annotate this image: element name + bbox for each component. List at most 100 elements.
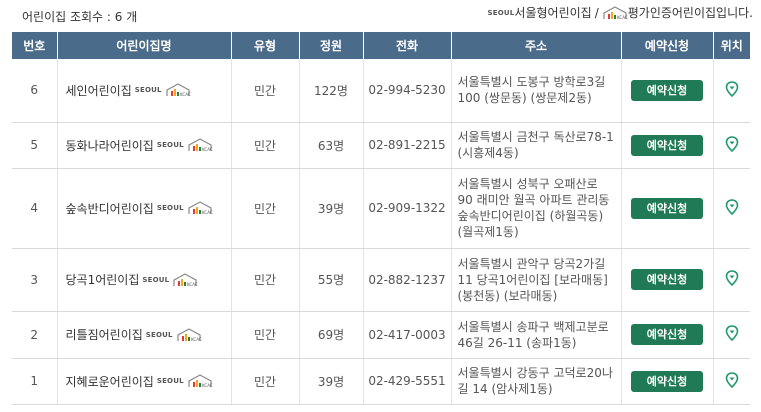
location-cell bbox=[713, 122, 750, 169]
reserve-cell: 예약신청 bbox=[621, 59, 714, 123]
accredited-label: 평가인증어린이집입니다. bbox=[627, 6, 753, 20]
reserve-button[interactable]: 예약신청 bbox=[631, 370, 703, 392]
seoul-logo-icon: SEOUL bbox=[145, 330, 173, 339]
logo-legend: SEOUL 서울형어린이집 / KCAC 평가인증어린이집입니다. bbox=[487, 4, 753, 21]
daycare-address: 서울특별시 금천구 독산로78-1 (시흥제4동) bbox=[451, 122, 622, 169]
svg-text:KCAC: KCAC bbox=[202, 210, 213, 215]
row-number: 4 bbox=[12, 168, 58, 249]
location-cell bbox=[713, 248, 750, 312]
column-header-address: 주소 bbox=[451, 32, 622, 59]
column-header-capacity: 정원 bbox=[299, 32, 364, 59]
daycare-type: 민간 bbox=[231, 358, 300, 405]
daycare-capacity: 122명 bbox=[299, 59, 364, 123]
result-count: 어린이집 조회수 : 6 개 bbox=[22, 10, 138, 24]
daycare-name-cell: 동화나라어린이집 SEOUL KCAC bbox=[57, 122, 232, 169]
table-row: 6 세인어린이집 SEOUL KCAC 민간 122명 02-994-5230 … bbox=[12, 59, 750, 123]
kcac-accreditation-icon: KCAC bbox=[603, 5, 628, 20]
daycare-capacity: 39명 bbox=[299, 358, 364, 405]
kcac-accreditation-icon: KCAC bbox=[166, 83, 191, 97]
svg-text:KCAC: KCAC bbox=[617, 15, 628, 20]
daycare-type: 민간 bbox=[231, 168, 300, 249]
svg-text:KCAC: KCAC bbox=[187, 282, 198, 287]
kcac-accreditation-icon: KCAC bbox=[177, 327, 202, 342]
column-header-phone: 전화 bbox=[363, 32, 452, 59]
seoul-type-label: 서울형어린이집 bbox=[514, 6, 592, 20]
daycare-type: 민간 bbox=[231, 311, 300, 359]
daycare-capacity: 55명 bbox=[299, 248, 364, 312]
row-number: 5 bbox=[12, 122, 58, 169]
daycare-type: 민간 bbox=[231, 59, 300, 123]
kcac-accreditation-icon: KCAC bbox=[173, 272, 198, 287]
map-pin-icon[interactable] bbox=[725, 270, 739, 286]
seoul-logo-icon: SEOUL bbox=[487, 8, 515, 17]
daycare-address: 서울특별시 관악구 당곡2가길 11 당곡1어린이집 [보라매동] (봉천동) … bbox=[451, 248, 622, 312]
row-number: 1 bbox=[12, 358, 58, 405]
result-header: 어린이집 조회수 : 6 개 SEOUL 서울형어린이집 / KCAC 평가인증… bbox=[0, 0, 761, 32]
reserve-button[interactable]: 예약신청 bbox=[631, 79, 703, 101]
daycare-address: 서울특별시 성북구 오패산로 90 래미안 월곡 아파트 관리동 숲속반디어린이… bbox=[451, 168, 622, 249]
daycare-address: 서울특별시 도봉구 방학로3길 100 (쌍문동) (쌍문제2동) bbox=[451, 59, 622, 123]
seoul-logo-icon: SEOUL bbox=[156, 204, 184, 212]
table-row: 5 동화나라어린이집 SEOUL KCAC 민간 63명 02-891-2215… bbox=[12, 122, 750, 169]
seoul-logo-icon: SEOUL bbox=[142, 275, 170, 284]
map-pin-icon[interactable] bbox=[725, 135, 739, 152]
seoul-logo-icon: SEOUL bbox=[134, 86, 162, 95]
reserve-cell: 예약신청 bbox=[621, 248, 714, 312]
daycare-name[interactable]: 동화나라어린이집 bbox=[66, 137, 154, 154]
daycare-name-cell: 당곡1어린이집 SEOUL KCAC bbox=[57, 248, 232, 312]
row-number: 6 bbox=[12, 59, 58, 123]
daycare-table: 번호 어린이집명 유형 정원 전화 주소 예약신청 위치 6 세인어린이집 SE… bbox=[12, 32, 750, 405]
reserve-button[interactable]: 예약신청 bbox=[631, 134, 703, 156]
svg-text:KCAC: KCAC bbox=[202, 147, 213, 152]
reserve-cell: 예약신청 bbox=[621, 122, 714, 169]
map-pin-icon[interactable] bbox=[725, 371, 739, 388]
svg-text:KCAC: KCAC bbox=[191, 337, 202, 342]
daycare-type: 민간 bbox=[231, 122, 300, 169]
svg-text:KCAC: KCAC bbox=[202, 383, 213, 388]
table-row: 3 당곡1어린이집 SEOUL KCAC 민간 55명 02-882-1237 … bbox=[12, 248, 750, 312]
row-number: 3 bbox=[12, 248, 58, 312]
daycare-name[interactable]: 리틀짐어린이집 bbox=[66, 326, 143, 343]
map-pin-icon[interactable] bbox=[725, 325, 739, 341]
reserve-button[interactable]: 예약신청 bbox=[631, 324, 703, 345]
column-header-type: 유형 bbox=[231, 32, 300, 59]
column-header-location: 위치 bbox=[713, 32, 750, 59]
daycare-name[interactable]: 당곡1어린이집 bbox=[66, 271, 140, 288]
kcac-accreditation-icon: KCAC bbox=[188, 374, 213, 388]
map-pin-icon[interactable] bbox=[725, 198, 739, 215]
kcac-accreditation-icon: KCAC bbox=[188, 201, 213, 215]
daycare-phone: 02-882-1237 bbox=[363, 248, 452, 312]
daycare-name[interactable]: 지혜로운어린이집 bbox=[66, 373, 154, 390]
column-header-reserve: 예약신청 bbox=[621, 32, 714, 59]
daycare-name-cell: 지혜로운어린이집 SEOUL KCAC bbox=[57, 358, 232, 405]
table-row: 2 리틀짐어린이집 SEOUL KCAC 민간 69명 02-417-0003 … bbox=[12, 311, 750, 359]
daycare-phone: 02-417-0003 bbox=[363, 311, 452, 359]
location-cell bbox=[713, 59, 750, 123]
row-number: 2 bbox=[12, 311, 58, 359]
table-header-row: 번호 어린이집명 유형 정원 전화 주소 예약신청 위치 bbox=[12, 32, 750, 59]
daycare-capacity: 69명 bbox=[299, 311, 364, 359]
daycare-phone: 02-994-5230 bbox=[363, 59, 452, 123]
map-pin-icon[interactable] bbox=[725, 80, 739, 97]
reserve-cell: 예약신청 bbox=[621, 358, 714, 405]
table-row: 4 숲속반디어린이집 SEOUL KCAC 민간 39명 02-909-1322… bbox=[12, 168, 750, 249]
daycare-type: 민간 bbox=[231, 248, 300, 312]
reserve-cell: 예약신청 bbox=[621, 168, 714, 249]
daycare-phone: 02-891-2215 bbox=[363, 122, 452, 169]
daycare-phone: 02-909-1322 bbox=[363, 168, 452, 249]
column-header-name: 어린이집명 bbox=[57, 32, 232, 59]
reserve-cell: 예약신청 bbox=[621, 311, 714, 359]
kcac-accreditation-icon: KCAC bbox=[188, 138, 213, 152]
location-cell bbox=[713, 358, 750, 405]
daycare-name-cell: 세인어린이집 SEOUL KCAC bbox=[57, 59, 232, 123]
seoul-logo-icon: SEOUL bbox=[156, 377, 184, 385]
daycare-name[interactable]: 숲속반디어린이집 bbox=[66, 200, 154, 217]
daycare-capacity: 63명 bbox=[299, 122, 364, 169]
table-row: 1 지혜로운어린이집 SEOUL KCAC 민간 39명 02-429-5551… bbox=[12, 358, 750, 405]
location-cell bbox=[713, 168, 750, 249]
reserve-button[interactable]: 예약신청 bbox=[631, 269, 703, 290]
seoul-logo-icon: SEOUL bbox=[156, 141, 184, 149]
daycare-name[interactable]: 세인어린이집 bbox=[66, 82, 132, 99]
reserve-button[interactable]: 예약신청 bbox=[631, 197, 703, 219]
daycare-capacity: 39명 bbox=[299, 168, 364, 249]
